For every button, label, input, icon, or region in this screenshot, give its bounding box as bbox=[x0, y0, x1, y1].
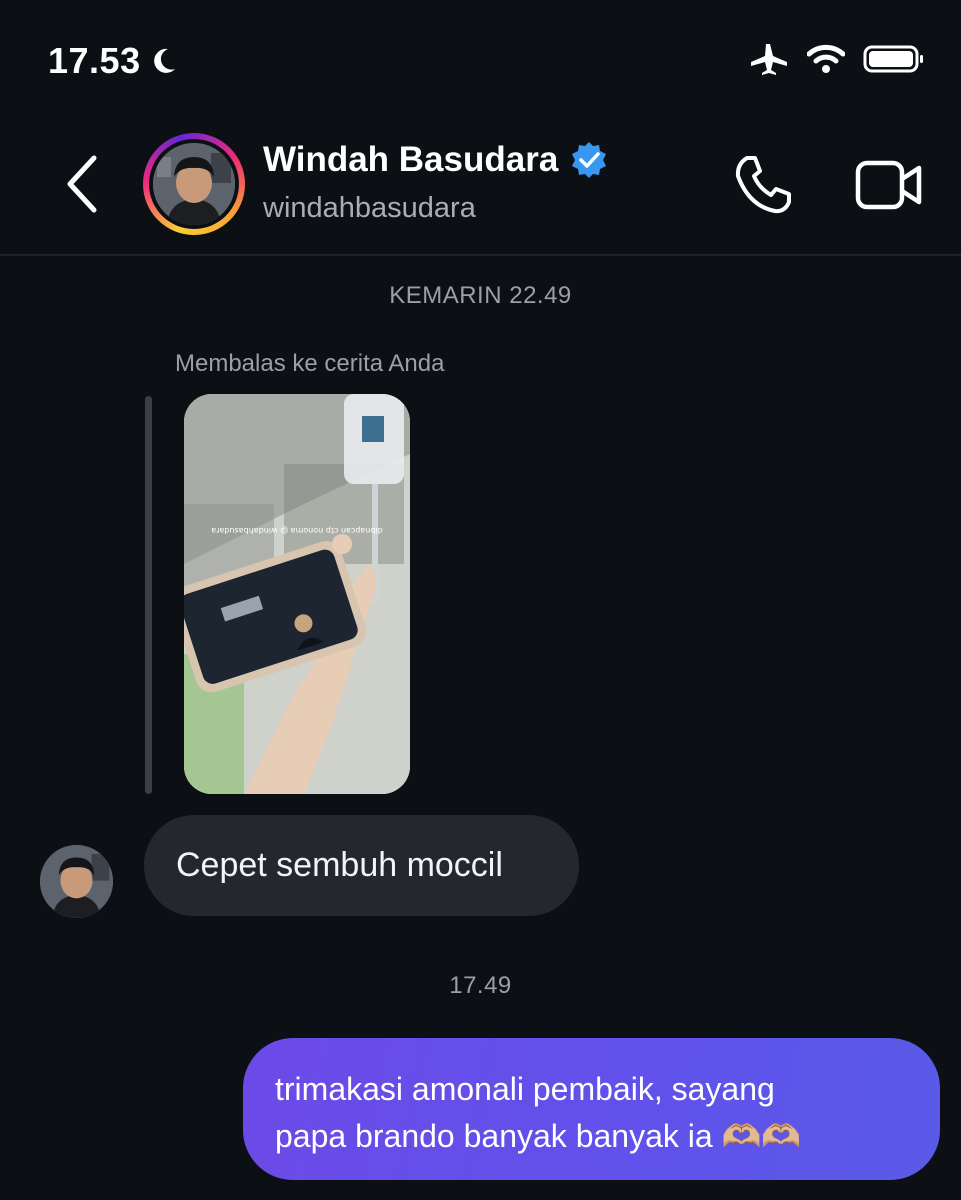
outgoing-message-line-1: trimakasi amonali pembaik, sayang bbox=[275, 1071, 775, 1107]
verified-badge-icon bbox=[572, 142, 607, 178]
status-time-text: 17.53 bbox=[48, 40, 141, 81]
incoming-message-bubble[interactable]: Cepet sembuh moccil bbox=[144, 815, 579, 916]
timestamp-yesterday: KEMARIN 22.49 bbox=[389, 282, 572, 309]
dm-screen: 17.53 Windah Basudara windahbasudara KEM… bbox=[0, 0, 961, 1200]
battery-icon bbox=[863, 45, 923, 73]
moon-icon bbox=[153, 48, 175, 73]
sender-avatar[interactable] bbox=[40, 845, 113, 918]
story-reply-label: Membalas ke cerita Anda bbox=[175, 350, 445, 377]
header-divider bbox=[0, 254, 961, 256]
incoming-message-text: Cepet sembuh moccil bbox=[176, 846, 503, 884]
contact-avatar[interactable] bbox=[143, 133, 245, 235]
outgoing-message-bubble[interactable]: trimakasi amonali pembaik, sayang papa b… bbox=[243, 1038, 940, 1180]
story-caption: dibnapcan ctp nonoma @ windahbasudara bbox=[211, 526, 383, 535]
story-thumbnail[interactable]: dibnapcan ctp nonoma @ windahbasudara bbox=[184, 394, 410, 794]
contact-handle[interactable]: windahbasudara bbox=[263, 192, 476, 225]
timestamp-today: 17.49 bbox=[449, 972, 512, 999]
sender-avatar-image bbox=[40, 845, 113, 918]
contact-name-row[interactable]: Windah Basudara bbox=[263, 140, 608, 180]
reply-indicator-bar bbox=[145, 396, 152, 794]
airplane-icon bbox=[751, 44, 787, 75]
video-camera-icon[interactable] bbox=[855, 158, 923, 212]
phone-icon[interactable] bbox=[733, 154, 795, 216]
status-bar-time: 17.53 bbox=[48, 40, 177, 82]
status-icons bbox=[749, 42, 925, 76]
avatar-image bbox=[153, 143, 235, 225]
contact-name[interactable]: Windah Basudara bbox=[263, 140, 558, 180]
wifi-icon bbox=[807, 44, 845, 73]
outgoing-message-line-2: papa brando banyak banyak ia 🫶🏼🫶🏼 bbox=[275, 1118, 802, 1154]
back-button[interactable] bbox=[60, 152, 104, 216]
story-image: dibnapcan ctp nonoma @ windahbasudara bbox=[184, 394, 410, 794]
